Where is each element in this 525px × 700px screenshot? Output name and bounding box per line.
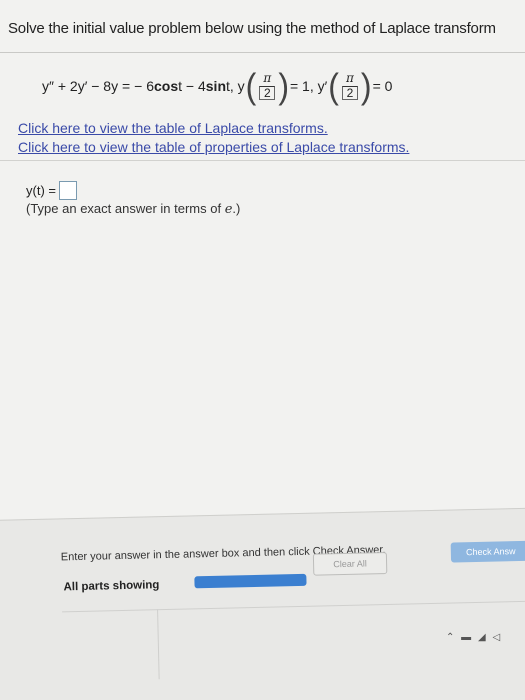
- problem-page: Solve the initial value problem below us…: [0, 0, 525, 700]
- equation-lhs: y″ + 2y′ − 8y =: [42, 78, 131, 94]
- equation-initial-y: t, y: [226, 78, 245, 94]
- equation-rhs-coefficient: − 6: [134, 78, 154, 94]
- right-paren-2: ): [360, 66, 372, 106]
- answer-footer-panel: Enter your answer in the answer box and …: [0, 507, 525, 700]
- answer-hint: (Type an exact answer in terms of e.): [26, 201, 240, 217]
- pi-over-two-fraction-2: π 2: [341, 70, 358, 101]
- right-paren-1: ): [278, 66, 289, 106]
- clear-all-button[interactable]: Clear All: [312, 552, 388, 576]
- section-divider: [0, 160, 525, 161]
- progress-bar: [194, 573, 307, 589]
- check-answer-button[interactable]: Check Answ: [450, 540, 525, 563]
- battery-icon[interactable]: ▬: [461, 632, 473, 643]
- equation-rhs-middle: t − 4: [178, 78, 206, 94]
- volume-icon[interactable]: ◁: [492, 632, 502, 643]
- fraction-numerator: π: [263, 70, 272, 85]
- pi-over-two-fraction-1: π 2: [259, 70, 276, 101]
- laplace-properties-link[interactable]: Click here to view the table of properti…: [18, 139, 409, 155]
- initial-condition-2: = 0: [372, 78, 393, 94]
- fraction-denominator: 2: [259, 85, 276, 101]
- cos-function: cos: [154, 78, 179, 94]
- chevron-up-icon[interactable]: ⌃: [446, 632, 456, 643]
- differential-equation: y″ + 2y′ − 8y = − 6 cos t − 4 sin t, y (…: [42, 66, 392, 106]
- fraction-denominator: 2: [341, 85, 358, 101]
- hint-prefix: (Type an exact answer in terms of: [26, 201, 225, 216]
- initial-condition-1: = 1, y′: [289, 78, 328, 94]
- answer-input[interactable]: [58, 181, 77, 200]
- parts-status: All parts showing: [63, 579, 160, 594]
- laplace-table-link[interactable]: Click here to view the table of Laplace …: [18, 120, 328, 136]
- question-instruction: Solve the initial value problem below us…: [8, 20, 496, 37]
- sin-function: sin: [205, 78, 226, 94]
- answer-row: y(t) =: [26, 181, 77, 200]
- wifi-icon[interactable]: ◢: [478, 632, 488, 643]
- answer-label: y(t) =: [26, 183, 56, 198]
- system-tray: ⌃ ▬ ◢ ◁: [446, 632, 502, 643]
- fraction-numerator: π: [345, 70, 354, 85]
- hint-suffix: .): [232, 201, 241, 216]
- left-paren-1: (: [245, 66, 257, 106]
- left-paren-2: (: [328, 66, 339, 106]
- question-header: Solve the initial value problem below us…: [0, 0, 525, 53]
